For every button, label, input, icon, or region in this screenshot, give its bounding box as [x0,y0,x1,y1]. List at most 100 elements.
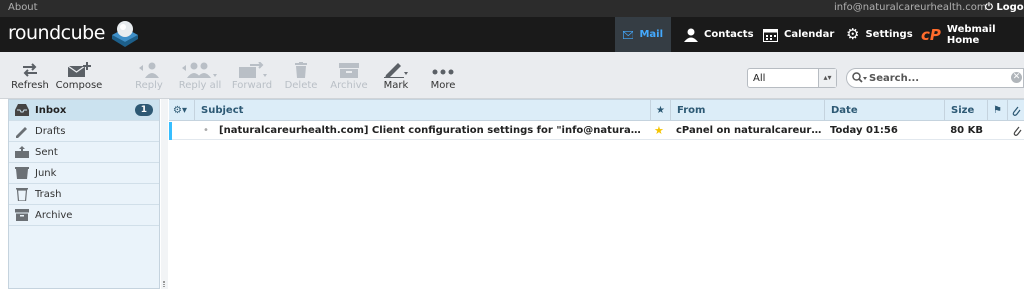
logout-button[interactable]: ⏻ Logout [985,2,1024,13]
trash-icon [295,62,307,78]
message-from: cPanel on naturalcareurh… [676,125,822,136]
message-list-header: ⚙▾ Subject ★ From Date Size ⚑ [169,100,1024,121]
message-row[interactable]: • [naturalcareurhealth.com] Client confi… [169,122,1024,140]
flag-column-icon: ⚑ [993,105,1002,116]
search-input[interactable]: Search... [846,68,1024,88]
compose-label: Compose [55,80,103,91]
folder-sent-label: Sent [35,146,58,158]
message-list: ⚙▾ Subject ★ From Date Size ⚑ • [natural… [169,99,1024,289]
nav-webmail-home-label: Webmail Home [946,23,996,46]
folder-drafts[interactable]: Drafts [9,121,159,142]
message-subject[interactable]: [naturalcareurhealth.com] Client configu… [219,122,644,140]
row-selection-bar [169,122,172,140]
cpanel-icon: cP [921,25,941,44]
nav-settings[interactable]: ⚙ Settings [838,17,921,52]
column-from[interactable]: From [671,100,825,121]
logout-label: Logout [996,2,1024,13]
folder-trash-label: Trash [35,188,62,200]
column-date-label: Date [831,105,858,116]
more-label: More [430,80,456,91]
delete-label: Delete [284,80,318,91]
contacts-icon [684,28,698,42]
search-icon[interactable] [852,72,868,84]
trash-icon [15,187,29,201]
inbox-icon [15,103,29,117]
column-size[interactable]: Size [945,100,988,121]
reply-button[interactable]: Reply [133,62,165,91]
nav-contacts-label: Contacts [704,29,754,40]
nav-calendar-label: Calendar [784,29,835,40]
column-size-label: Size [951,105,975,116]
list-options-button[interactable]: ⚙▾ [169,100,195,121]
forward-label: Forward [231,80,273,91]
mark-button[interactable]: Mark [380,62,412,91]
compose-icon [67,62,91,77]
more-button[interactable]: More [427,62,459,91]
power-icon: ⏻ [985,2,993,13]
forward-button[interactable]: Forward [231,62,273,91]
folder-inbox-label: Inbox [35,104,67,116]
message-filter-select[interactable]: All ▴▾ [747,68,837,88]
folder-drafts-label: Drafts [35,125,66,137]
folder-inbox[interactable]: Inbox 1 [9,100,159,121]
pane-splitter[interactable] [161,99,168,289]
archive-icon [15,208,29,222]
column-attachment[interactable] [1008,100,1024,121]
compose-button[interactable]: Compose [55,62,103,91]
archive-button[interactable]: Archive [329,62,369,91]
reply-all-button[interactable]: Reply all [176,62,224,91]
message-date: Today 01:56 [830,125,898,136]
star-column-icon: ★ [656,105,665,116]
nav-settings-label: Settings [865,29,913,40]
about-link[interactable]: About [8,2,38,13]
unread-dot-icon[interactable]: • [203,122,213,140]
more-dots-icon [432,69,454,75]
roundcube-cube-icon [112,21,138,47]
column-flagged[interactable]: ⚑ [988,100,1008,121]
nav-contacts[interactable]: Contacts [676,17,762,52]
nav-calendar[interactable]: Calendar [755,17,842,52]
mail-icon [623,30,634,39]
flag-star-icon[interactable]: ★ [654,122,668,140]
nav-mail-label: Mail [639,29,663,40]
paperclip-column-icon [1012,106,1021,116]
column-flag[interactable]: ★ [651,100,671,121]
attachment-icon [1012,122,1024,140]
reply-label: Reply [135,80,163,91]
folder-list: Inbox 1 Drafts Sent Junk Trash Archive [8,99,160,289]
column-from-label: From [677,105,706,116]
username-label: info@naturalcareurhealth.com [834,2,987,13]
folder-trash[interactable]: Trash [9,184,159,205]
nav-webmail-home[interactable]: cP Webmail Home [913,17,1024,52]
folder-junk-label: Junk [35,167,57,179]
mark-pencil-icon [384,63,408,78]
roundcube-logo[interactable]: roundcube [8,22,105,44]
archive-label: Archive [330,80,368,91]
splitter-grip[interactable] [163,281,165,287]
archive-icon [339,63,359,78]
refresh-icon [23,63,37,77]
updown-caret-icon: ▴▾ [818,69,836,87]
unread-count-badge: 1 [134,104,153,116]
reply-icon [139,62,159,78]
folder-archive[interactable]: Archive [9,205,159,226]
column-subject[interactable]: Subject [195,100,651,121]
gear-dropdown-icon: ⚙▾ [173,105,187,116]
top-bar: About info@naturalcareurhealth.com ⏻ Log… [0,0,1024,17]
delete-button[interactable]: Delete [284,62,318,91]
column-date[interactable]: Date [825,100,945,121]
calendar-icon [763,28,778,42]
search-placeholder: Search... [869,73,920,84]
refresh-button[interactable]: Refresh [11,62,49,91]
mark-label: Mark [383,80,409,91]
junk-icon [15,166,29,180]
reply-all-label: Reply all [178,80,222,91]
nav-mail[interactable]: Mail [615,17,671,52]
folder-junk[interactable]: Junk [9,163,159,184]
gear-icon: ⚙ [846,25,860,43]
forward-icon [239,62,267,78]
filter-selected-value: All [753,73,766,84]
refresh-label: Refresh [11,80,49,91]
folder-sent[interactable]: Sent [9,142,159,163]
search-reset-icon[interactable]: ✕ [1011,72,1022,83]
